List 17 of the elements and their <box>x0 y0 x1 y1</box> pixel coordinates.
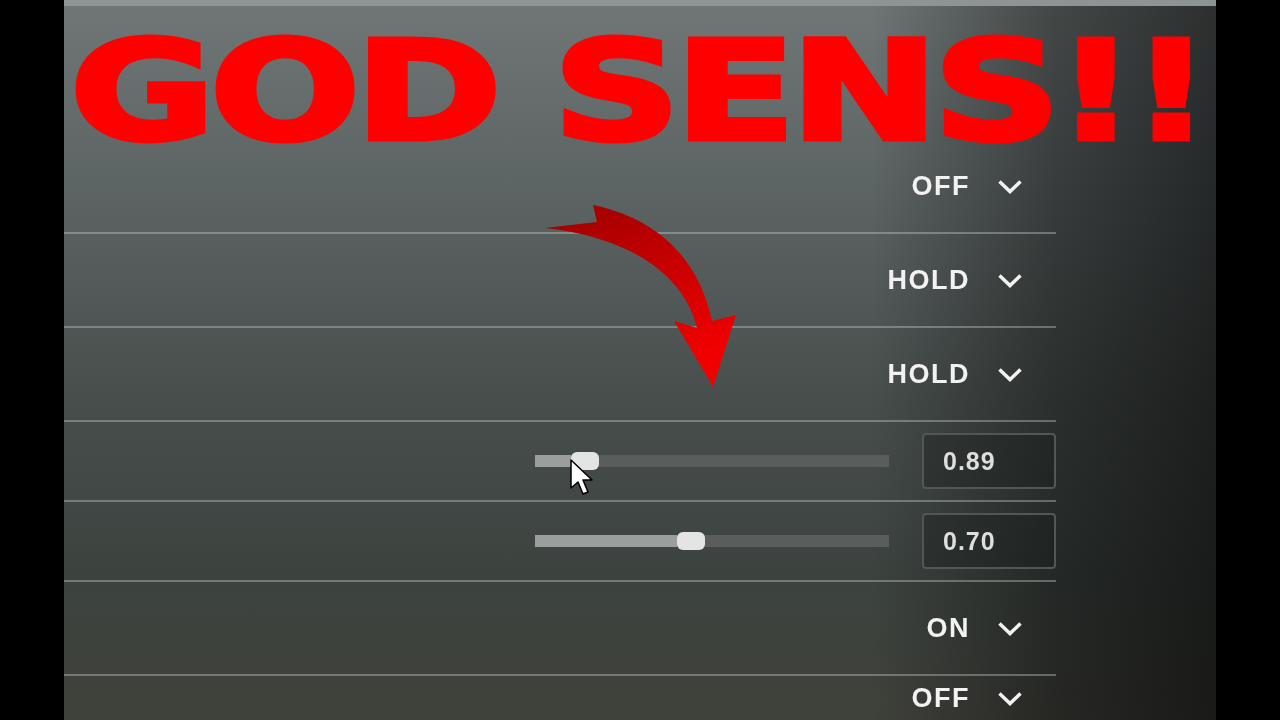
dropdown[interactable]: OFF <box>911 684 1023 712</box>
curved-arrow-icon <box>545 203 737 388</box>
slider-track[interactable] <box>535 455 889 467</box>
slider-thumb[interactable] <box>676 532 705 550</box>
value-field[interactable]: 0.70 <box>922 513 1056 569</box>
chevron-down-icon <box>997 272 1023 288</box>
dropdown[interactable]: ON <box>926 614 1023 642</box>
chevron-down-icon <box>997 690 1023 706</box>
chevron-down-icon <box>997 366 1023 382</box>
dropdown[interactable]: HOLD <box>887 360 1023 388</box>
value-field[interactable]: 0.89 <box>922 433 1056 489</box>
slider-track[interactable] <box>535 535 889 547</box>
chevron-down-icon <box>997 620 1023 636</box>
chevron-down-icon <box>997 178 1023 194</box>
mouse-pointer-icon <box>570 459 593 495</box>
dropdown[interactable]: OFF <box>911 172 1023 200</box>
dropdown[interactable]: HOLD <box>887 266 1023 294</box>
